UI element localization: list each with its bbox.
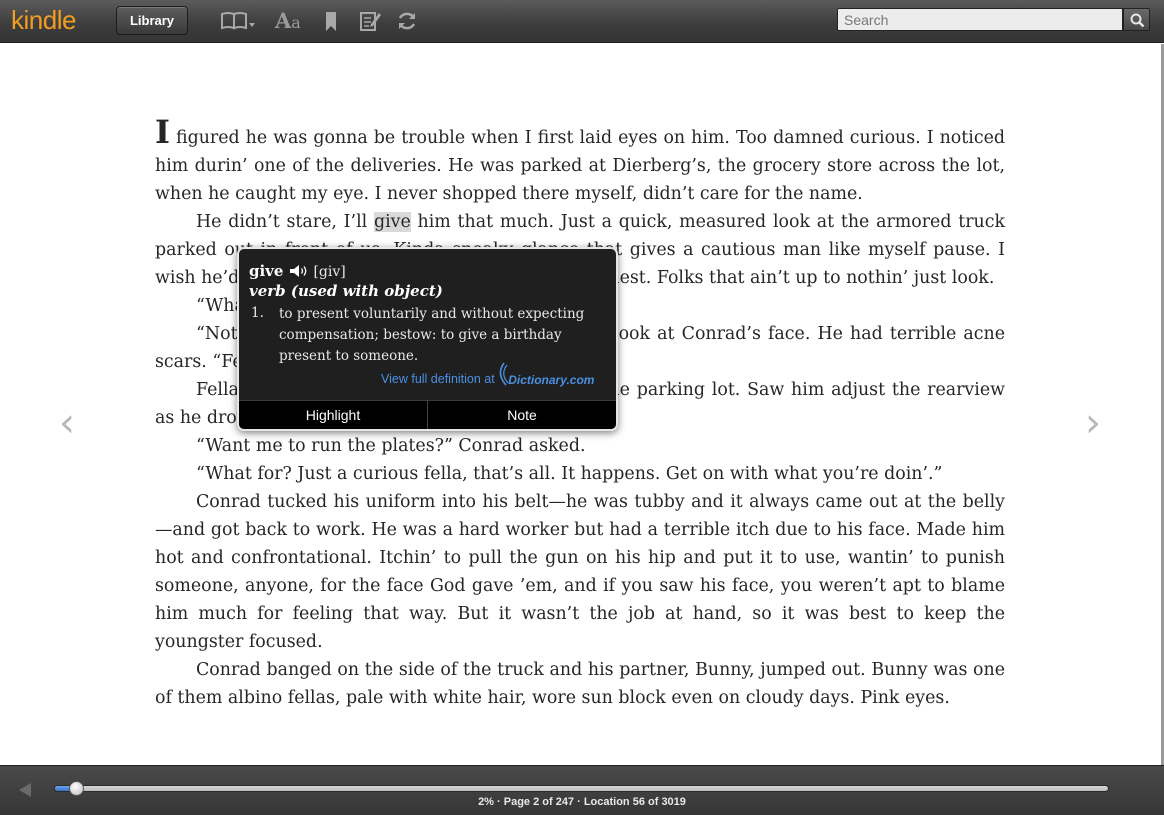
location-indicator: 2% · Page 2 of 247 · Location 56 of 3019 [478,796,686,808]
bottom-toolbar: 2% · Page 2 of 247 · Location 56 of 3019 [0,765,1164,815]
full-definition-link-text: View full definition at [381,372,495,386]
highlight-button[interactable]: Highlight [239,401,427,429]
dictionary-source-name: Dictionary.com [508,372,595,387]
sync-icon[interactable] [396,8,418,34]
paragraph-text: figured he was gonna be trouble when I f… [155,128,1005,204]
sense-number: 1. [251,305,264,321]
part-of-speech: verb (used with object) [249,282,443,300]
drop-cap: I [155,113,170,151]
progress-handle[interactable] [69,781,85,796]
notes-icon[interactable] [359,8,381,34]
previous-page-button[interactable]: ‹ [55,400,79,446]
popup-action-bar: Highlight Note [239,400,616,429]
paragraph: Conrad tucked his uniform into his belt—… [155,492,1005,652]
next-page-button[interactable]: › [1081,400,1105,446]
speaker-icon[interactable] [289,263,309,282]
progress-slider[interactable] [54,781,1109,796]
dictionary-word: give [249,262,284,280]
font-icon-small: a [291,13,301,32]
note-button[interactable]: Note [427,401,616,429]
paragraph: “What for? Just a curious fella, that’s … [196,464,943,484]
search-input[interactable] [837,8,1123,31]
font-size-icon[interactable]: Aa [275,8,305,34]
paragraph: “Want me to run the plates?” Conrad aske… [196,436,586,456]
bookmark-icon[interactable] [323,8,339,34]
pronunciation: [giv] [313,264,346,280]
paragraph-text: He didn’t stare, I’ll [196,212,374,232]
search-button[interactable] [1123,8,1150,31]
book-view-icon[interactable] [219,8,259,34]
dictionary-header: give [giv] [249,261,346,281]
search-icon [1130,13,1145,28]
dictionary-com-logo: Dictionary.com [499,362,595,392]
library-button[interactable]: Library [116,6,188,35]
top-toolbar: kindle Library Aa [0,0,1164,43]
selected-word[interactable]: give [373,212,411,232]
kindle-logo: kindle [11,5,76,35]
dictionary-popup: give [giv] verb (used with object) 1. to … [237,247,618,431]
full-definition-link[interactable]: View full definition at Dictionary.com [381,362,595,392]
paragraph: Conrad banged on the side of the truck a… [155,660,1005,708]
paragraph: I figured he was gonna be trouble when I… [155,116,1005,208]
definition-text: to present voluntarily and without expec… [279,306,585,364]
font-icon-large: A [275,8,292,33]
